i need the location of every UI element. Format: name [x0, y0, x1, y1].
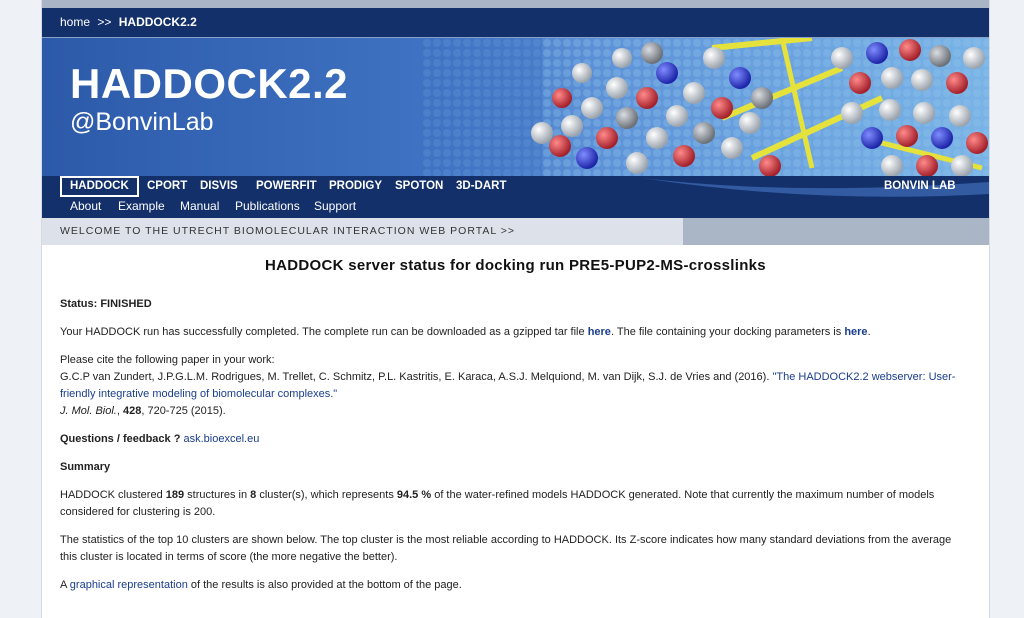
welcome-bar: WELCOME TO THE UTRECHT BIOMOLECULAR INTE…	[42, 218, 989, 245]
welcome-text[interactable]: WELCOME TO THE UTRECHT BIOMOLECULAR INTE…	[60, 225, 515, 237]
nav-support[interactable]: Support	[314, 197, 356, 216]
completion-message: Your HADDOCK run has successfully comple…	[60, 324, 971, 341]
nav-spoton[interactable]: SPOTON	[395, 176, 443, 197]
summary-structures-count: 189	[165, 489, 185, 501]
completion-text-2: . The file containing your docking param…	[610, 326, 845, 338]
citation-journal: J. Mol. Biol.	[60, 405, 117, 417]
summary-paragraph-3: A graphical representation of the result…	[60, 577, 971, 594]
status-line: Status: FINISHED	[60, 296, 971, 313]
breadcrumb: home >> HADDOCK2.2	[42, 8, 989, 38]
summary-paragraph-2: The statistics of the top 10 clusters ar…	[60, 534, 952, 563]
summary-p3-pre: A	[60, 579, 70, 591]
status-label: Status: FINISHED	[60, 298, 152, 310]
docking-parameters-link[interactable]: here	[844, 326, 867, 338]
citation-pages: , 720-725 (2015).	[141, 405, 226, 417]
page-container: home >> HADDOCK2.2 HADDOCK2.2 @BonvinLab…	[41, 0, 990, 618]
nav-example[interactable]: Example	[118, 197, 165, 216]
summary-text-b: structures in	[184, 489, 251, 501]
nav-bonvin-lab[interactable]: BONVIN LAB	[884, 176, 956, 197]
summary-heading: Summary	[60, 461, 111, 473]
summary-text-a: HADDOCK clustered	[60, 489, 166, 501]
breadcrumb-home-link[interactable]: home	[60, 15, 90, 29]
welcome-bar-accent	[683, 218, 989, 245]
secondary-nav: About Example Manual Publications Suppor…	[42, 197, 989, 218]
top-strip	[42, 0, 989, 8]
nav-powerfit[interactable]: POWERFIT	[256, 176, 317, 197]
summary-p3-post: of the results is also provided at the b…	[187, 579, 462, 591]
feedback-link[interactable]: ask.bioexcel.eu	[183, 433, 259, 445]
citation-authors: G.C.P van Zundert, J.P.G.L.M. Rodrigues,…	[60, 371, 773, 383]
citation-volume: 428	[122, 405, 142, 417]
molecule-illustration	[422, 38, 989, 176]
header-banner: HADDOCK2.2 @BonvinLab	[42, 38, 989, 176]
citation-intro: Please cite the following paper in your …	[60, 354, 275, 366]
nav-disvis[interactable]: DISVIS	[200, 176, 238, 197]
primary-nav: HADDOCK CPORT DISVIS POWERFIT PRODIGY SP…	[42, 176, 989, 197]
summary-percent: 94.5 %	[396, 489, 432, 501]
graphical-representation-link[interactable]: graphical representation	[70, 579, 188, 591]
completion-text-3: .	[867, 326, 871, 338]
breadcrumb-current[interactable]: HADDOCK2.2	[119, 15, 197, 29]
citation-block: Please cite the following paper in your …	[60, 352, 971, 420]
download-run-link[interactable]: here	[588, 326, 611, 338]
completion-text-1: Your HADDOCK run has successfully comple…	[60, 326, 588, 338]
main-content: HADDOCK server status for docking run PR…	[42, 257, 989, 594]
banner-subtitle: @BonvinLab	[70, 108, 214, 136]
nav-manual[interactable]: Manual	[180, 197, 219, 216]
nav-prodigy[interactable]: PRODIGY	[329, 176, 382, 197]
nav-cport[interactable]: CPORT	[147, 176, 187, 197]
nav-haddock[interactable]: HADDOCK	[60, 176, 139, 197]
nav-about[interactable]: About	[70, 197, 101, 216]
summary-paragraph-1: HADDOCK clustered 189 structures in 8 cl…	[60, 487, 971, 521]
questions-line: Questions / feedback ? ask.bioexcel.eu	[60, 431, 971, 448]
questions-label: Questions / feedback ?	[60, 433, 181, 445]
summary-text-c: cluster(s), which represents	[256, 489, 397, 501]
breadcrumb-separator: >>	[97, 15, 112, 29]
summary-heading-line: Summary	[60, 459, 971, 476]
nav-publications[interactable]: Publications	[235, 197, 300, 216]
nav-3d-dart[interactable]: 3D-DART	[456, 176, 506, 197]
page-title: HADDOCK server status for docking run PR…	[265, 257, 766, 274]
banner-title: HADDOCK2.2	[70, 60, 349, 107]
